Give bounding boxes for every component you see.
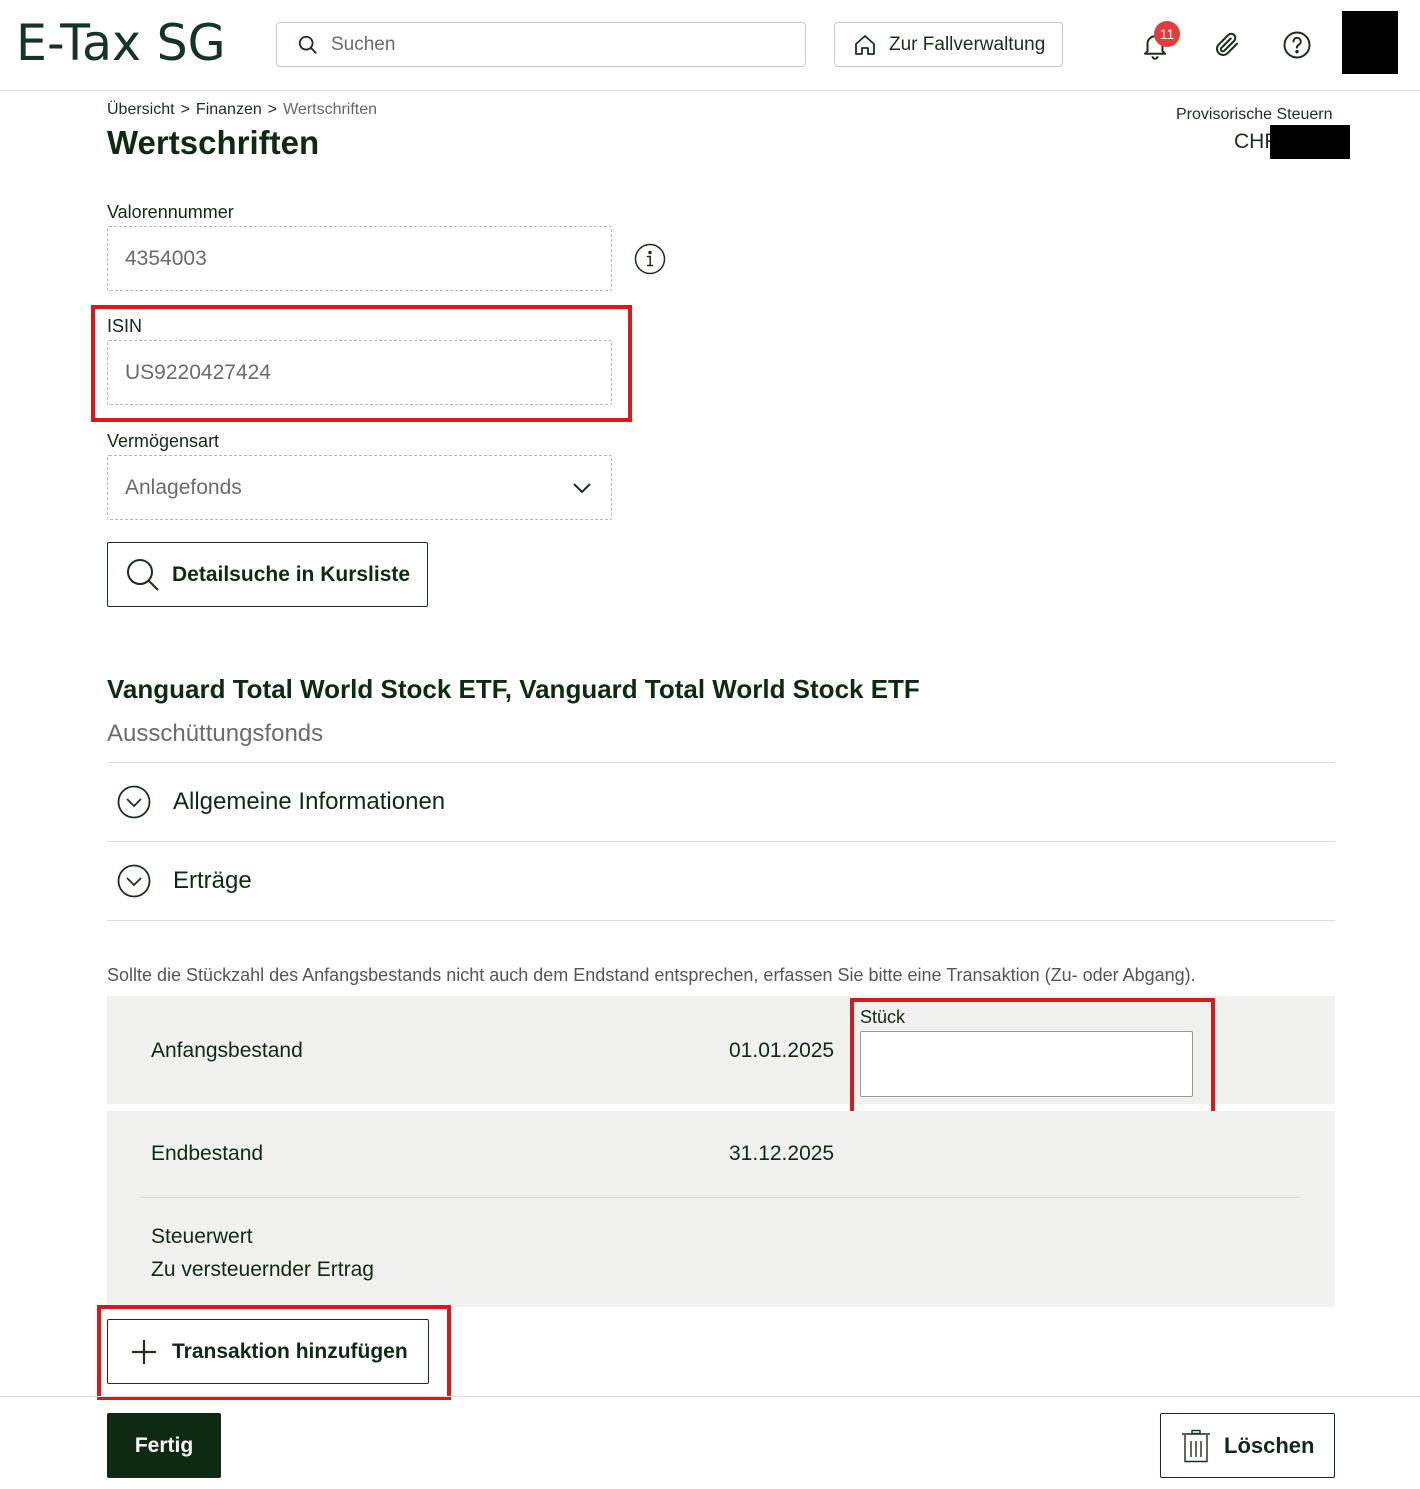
redacted-amount [1270,125,1350,159]
chevron-down-circle-icon [117,864,151,898]
search-placeholder: Suchen [331,33,396,55]
search-icon [298,35,317,54]
accordion-income-label: Erträge [173,867,252,894]
fund-title: Vanguard Total World Stock ETF, Vanguard… [107,674,920,704]
paperclip-icon [1216,32,1238,56]
detail-search-label: Detailsuche in Kursliste [172,562,411,586]
attachments-button[interactable] [1204,22,1250,68]
valor-field[interactable]: 4354003 [107,226,612,291]
provisional-tax-label: Provisorische Steuern [1176,106,1333,123]
asset-type-select[interactable]: Anlagefonds [107,455,612,520]
asset-type-label: Vermögensart [107,431,220,451]
accordion-general-info-label: Allgemeine Informationen [173,788,446,815]
page-title: Wertschriften [107,124,320,161]
start-holding-label: Anfangsbestand [151,1039,303,1062]
chevron-down-icon [573,483,591,494]
help-icon [1283,31,1311,59]
done-button[interactable]: Fertig [107,1413,221,1478]
asset-type-value: Anlagefonds [125,475,242,499]
highlight-quantity [850,998,1215,1118]
help-button[interactable] [1274,22,1320,68]
tax-value-label: Steuerwert [151,1225,253,1248]
breadcrumb-overview[interactable]: Übersicht [107,101,175,119]
breadcrumb-separator: > [267,101,278,118]
start-date: 01.01.2025 [729,1039,835,1062]
breadcrumb-separator: > [180,101,190,118]
footer-divider [0,1396,1420,1397]
end-holding-label: Endbestand [151,1142,264,1165]
notification-badge: 11 [1154,21,1180,47]
end-date: 31.12.2025 [729,1142,835,1165]
case-management-label: Zur Fallverwaltung [889,33,1046,55]
chevron-down-circle-icon [117,785,151,819]
trash-icon [1182,1429,1210,1462]
highlight-isin [91,305,632,422]
logo[interactable]: E-Tax SG [16,14,226,72]
case-management-button[interactable]: Zur Fallverwaltung [834,22,1063,67]
taxable-income-label: Zu versteuernder Ertrag [151,1258,374,1281]
delete-label: Löschen [1224,1432,1315,1458]
user-avatar[interactable] [1342,11,1398,74]
top-bar: E-Tax SG Suchen Zur Fallverwaltung 11 [0,0,1420,91]
breadcrumb: Übersicht > Finanzen > Wertschriften [107,101,377,119]
valor-label: Valorennummer [107,202,234,222]
info-icon[interactable] [634,243,666,275]
home-icon [855,34,875,55]
delete-button[interactable]: Löschen [1160,1413,1335,1478]
divider [140,1197,1300,1198]
accordion-general-info[interactable]: Allgemeine Informationen [107,763,1335,841]
breadcrumb-current: Wertschriften [283,101,378,118]
search-icon [127,558,159,591]
accordion-income[interactable]: Erträge [107,842,1335,920]
fund-subtitle: Ausschüttungsfonds [107,720,324,747]
detail-search-button[interactable]: Detailsuche in Kursliste [107,542,428,607]
search-input[interactable]: Suchen [276,22,806,67]
divider [107,920,1335,921]
breadcrumb-finances[interactable]: Finanzen [196,101,262,119]
highlight-add-transaction [97,1305,451,1400]
holdings-hint: Sollte die Stückzahl des Anfangsbestands… [107,965,1196,985]
